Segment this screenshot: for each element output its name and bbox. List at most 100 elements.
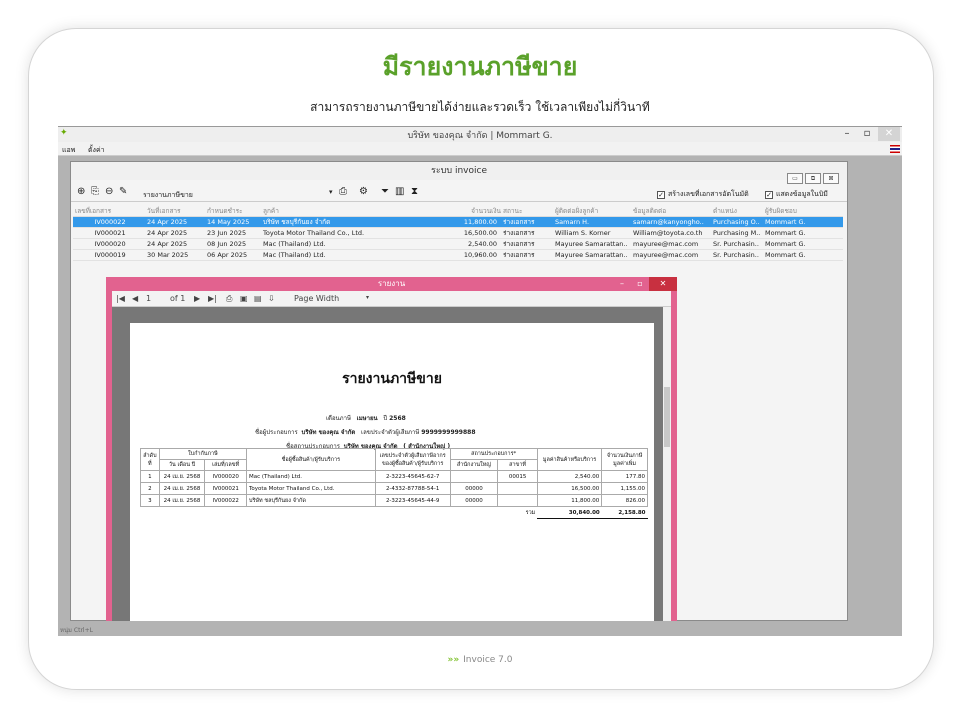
vertical-scrollbar[interactable]: [663, 307, 671, 625]
table-row[interactable]: IV000021 24 Apr 2025 23 Jun 2025 Toyota Mot…: [73, 227, 843, 239]
column-header[interactable]: ข้อมูลติดต่อ: [631, 206, 711, 217]
first-page-icon[interactable]: |◀: [116, 294, 125, 303]
column-header[interactable]: จำนวนเงิน: [435, 206, 501, 217]
column-header[interactable]: ตำแหน่ง: [711, 206, 763, 217]
check-icon: ✓: [765, 191, 773, 199]
tax-cell: [449, 470, 499, 483]
table-cell: mayuree@mac.com: [631, 249, 711, 261]
report-toolbar: |◀ ◀ 1 of 1 ▶ ▶| ⎙ ▣ ▤ ⇩ Page Width ▾: [112, 291, 671, 307]
report-type-select[interactable]: รายงานภาษีขาย: [143, 190, 193, 201]
sales-tax-table: ลำดับที่ ใบกำกับภาษี ชื่อผู้ซื้อสินค้า/ผ…: [140, 448, 648, 519]
table-row[interactable]: IV000019 30 Mar 2025 06 Apr 2025 Mac (Thail…: [73, 249, 843, 261]
check-icon: ✓: [657, 191, 665, 199]
tax-cell: 177.80: [601, 470, 648, 483]
filter-icon[interactable]: ⏷: [381, 187, 389, 197]
column-header[interactable]: ลูกค้า: [261, 206, 435, 217]
table-cell: Mommart G.: [763, 238, 843, 250]
table-cell: 10,960.00: [435, 249, 501, 261]
edit-icon[interactable]: ✎: [119, 187, 127, 197]
inv-restore-icon[interactable]: ⧉: [805, 173, 821, 184]
table-cell: 24 Apr 2025: [145, 216, 205, 228]
export-icon[interactable]: ⇩: [268, 294, 275, 303]
minimize-button[interactable]: –: [836, 127, 858, 141]
table-cell: 14 May 2025: [205, 216, 261, 228]
language-flag-icon[interactable]: [890, 145, 900, 153]
table-row[interactable]: IV000022 24 Apr 2025 14 May 2025 บริษัท ชลบ…: [73, 216, 843, 228]
scroll-thumb[interactable]: [664, 387, 670, 447]
column-header[interactable]: วันที่เอกสาร: [145, 206, 205, 217]
restore-button[interactable]: ▫: [856, 127, 878, 141]
page-setup-icon[interactable]: ▤: [254, 294, 262, 303]
sum-row: รวม 30,840.00 2,158.80: [141, 506, 648, 519]
prev-page-icon[interactable]: ◀: [132, 294, 138, 303]
page-layout-icon[interactable]: ▣: [240, 294, 248, 303]
column-header[interactable]: ผู้รับผิดชอบ: [763, 206, 843, 217]
hourglass-icon[interactable]: ⧗: [411, 187, 418, 197]
column-header[interactable]: สถานะ: [501, 206, 553, 217]
report-window-titlebar: รายงาน – ▫ ✕: [106, 277, 677, 291]
invoice-toolbar: ⊕ ⎘ ⊖ ✎ รายงานภาษีขาย ▾ ⎙ ⚙ ⏷ ▥ ⧗ ✓ สร้าง…: [71, 184, 847, 202]
report-close-button[interactable]: ✕: [649, 277, 677, 291]
column-header[interactable]: เลขที่เอกสาร: [73, 206, 145, 217]
invoice-window-title: ระบบ invoice: [71, 162, 847, 180]
table-cell: Sr. Purchasin..: [711, 249, 763, 261]
add-icon[interactable]: ⊕: [77, 187, 85, 197]
tax-cell: IV000022: [204, 494, 247, 507]
table-cell: 06 Apr 2025: [205, 249, 261, 261]
table-cell: 24 Apr 2025: [145, 238, 205, 250]
tax-row: 1 24 เม.ย. 2568 IV000020 Mac (Thailand) Ltd…: [140, 470, 648, 483]
table-cell: IV000019: [73, 249, 145, 261]
table-cell: Sr. Purchasin..: [711, 238, 763, 250]
tax-cell: 826.00: [601, 494, 648, 507]
tax-cell: 00015: [497, 470, 538, 483]
inv-close-icon[interactable]: ⊠: [823, 173, 839, 184]
tax-cell: 24 เม.ย. 2568: [158, 470, 206, 483]
col-invoice: ใบกำกับภาษี: [158, 448, 247, 460]
dropdown-chevron-icon[interactable]: ▾: [329, 187, 333, 197]
report-window-controls: – ▫ ✕: [613, 277, 677, 291]
table-row[interactable]: IV000020 24 Apr 2025 08 Jun 2025 Mac (Thail…: [73, 238, 843, 250]
last-page-icon[interactable]: ▶|: [208, 294, 217, 303]
page-number-input[interactable]: 1: [146, 294, 151, 303]
tax-cell: [497, 494, 538, 507]
next-page-icon[interactable]: ▶: [194, 294, 200, 303]
columns-icon[interactable]: ▥: [395, 187, 404, 197]
report-window: รายงาน – ▫ ✕ |◀ ◀ 1 of 1 ▶ ▶| ⎙ ▣ ▤ ⇩ Page…: [106, 277, 677, 636]
tax-row: 3 24 เม.ย. 2568 IV000022 บริษัท ชลบุรีกันยง…: [140, 494, 648, 507]
report-maximize-button[interactable]: ▫: [631, 277, 649, 291]
copy-icon[interactable]: ⎘: [91, 187, 99, 197]
table-cell: 08 Jun 2025: [205, 238, 261, 250]
show-data-checkbox[interactable]: ✓ แสดงข้อมูลในบิมี: [765, 189, 828, 200]
status-bar: หนุ่ม Ctrl+L: [58, 621, 902, 636]
operator-line: ชื่อผู้ประกอบการ บริษัท ของคุณ จำกัด เลข…: [255, 429, 476, 436]
table-cell: William@toyota.co.th: [631, 227, 711, 239]
tax-month-line: เดือนภาษี เมษายน ปี 2568: [326, 415, 406, 422]
column-header[interactable]: ผู้ติดต่อฝั่งลูกค้า: [553, 206, 631, 217]
print-icon[interactable]: ⎙: [339, 187, 347, 197]
table-cell: Mac (Thailand) Ltd.: [261, 238, 435, 250]
menu-settings[interactable]: ตั้งค่า: [88, 145, 105, 156]
zoom-select[interactable]: Page Width: [294, 294, 339, 303]
col-number: เล่มที่/เลขที่: [204, 459, 247, 471]
delete-icon[interactable]: ⊖: [105, 187, 113, 197]
close-button[interactable]: ✕: [878, 127, 900, 141]
report-minimize-button[interactable]: –: [613, 277, 631, 291]
menu-app[interactable]: แอพ: [62, 145, 75, 156]
table-cell: IV000021: [73, 227, 145, 239]
inv-minimize-icon[interactable]: ▭: [787, 173, 803, 184]
tax-cell: 16,500.00: [536, 482, 603, 495]
col-date: วัน เดือน ปี: [158, 459, 206, 471]
gear-icon[interactable]: ⚙: [359, 187, 368, 197]
col-buyer-tax: เลขประจำตัวผู้เสียภาษีอากรของผู้ซื้อสินค…: [374, 448, 451, 471]
table-cell: 11,800.00: [435, 216, 501, 228]
invoice-window-controls: ▭ ⧉ ⊠: [785, 165, 839, 184]
tax-cell: Mac (Thailand) Ltd.: [245, 470, 376, 483]
print-report-icon[interactable]: ⎙: [226, 294, 232, 304]
tax-cell: IV000020: [204, 470, 247, 483]
column-header[interactable]: กำหนดชำระ: [205, 206, 261, 217]
table-cell: ร่างเอกสาร: [501, 249, 553, 261]
table-cell: Mommart G.: [763, 216, 843, 228]
table-cell: 2,540.00: [435, 238, 501, 250]
auto-number-checkbox[interactable]: ✓ สร้างเลขที่เอกสารอัตโนมัติ: [657, 189, 749, 200]
zoom-chevron-icon[interactable]: ▾: [366, 294, 369, 301]
